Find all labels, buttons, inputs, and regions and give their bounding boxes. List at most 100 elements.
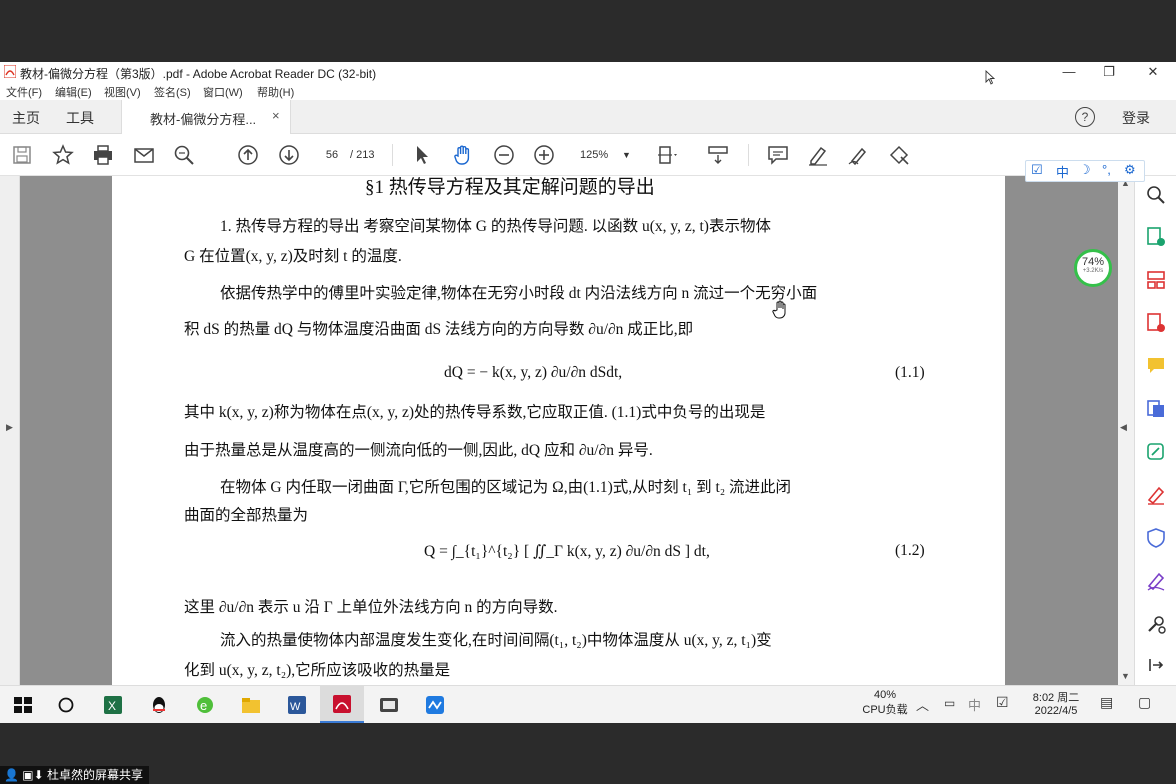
ime-mode[interactable]: 中 bbox=[1056, 162, 1069, 181]
clock-date: 2022/4/5 bbox=[1034, 705, 1078, 717]
cortana-search-icon[interactable] bbox=[55, 694, 77, 716]
clock[interactable]: 8:02 周二 2022/4/5 bbox=[1026, 689, 1086, 717]
equation-2: Q = ∫_{t₁}^{t₂} [ ∬_Γ k(x, y, z) ∂u/∂n d… bbox=[424, 543, 710, 560]
fit-page-icon[interactable] bbox=[655, 143, 679, 167]
top-black-bar bbox=[0, 0, 1176, 62]
help-button[interactable]: ? bbox=[1075, 107, 1095, 127]
close-tab-button[interactable]: × bbox=[272, 108, 280, 123]
cpu-monitor[interactable]: 40% CPU负载 bbox=[860, 689, 910, 717]
expand-left-icon: ▶ bbox=[6, 422, 13, 432]
zoom-out-icon[interactable] bbox=[492, 143, 516, 167]
toolbar-divider bbox=[392, 144, 393, 166]
main-toolbar: 56 / 213 125% ▼ bbox=[0, 134, 1176, 176]
notes-icon[interactable]: ▤ bbox=[1100, 694, 1113, 711]
taskbar-ime-indicator[interactable]: 中 bbox=[968, 695, 981, 714]
save-icon[interactable] bbox=[10, 143, 34, 167]
export-pdf-icon[interactable] bbox=[1145, 226, 1167, 248]
network-speed-widget[interactable]: 74% +3.2K/s bbox=[1074, 249, 1112, 287]
combine-files-icon[interactable] bbox=[1145, 398, 1167, 420]
cpu-percent: 40% bbox=[873, 689, 897, 701]
network-icon[interactable]: ▭ bbox=[944, 696, 955, 710]
send-for-signature-icon[interactable] bbox=[1145, 570, 1167, 592]
window-title: 教材-偏微分方程（第3版）.pdf - Adobe Acrobat Reader… bbox=[20, 67, 377, 81]
tab-document[interactable]: 教材-偏微分方程... × bbox=[121, 100, 291, 134]
screen-app-icon[interactable] bbox=[378, 694, 400, 716]
hand-tool-icon[interactable] bbox=[451, 143, 475, 167]
windows-start-icon[interactable] bbox=[12, 694, 34, 716]
protect-shield-icon[interactable] bbox=[1145, 527, 1167, 549]
gear-icon[interactable]: ⚙ bbox=[1124, 162, 1136, 178]
text-line: 流入的热量使物体内部温度发生变化,在时间间隔(t₁, t₂)中物体温度从 u(x… bbox=[220, 632, 772, 649]
organize-pages-icon[interactable] bbox=[1145, 269, 1167, 291]
section-heading: §1 热传导方程及其定解问题的导出 bbox=[365, 177, 655, 198]
menu-edit[interactable]: 编辑(E) bbox=[55, 84, 92, 100]
moon-icon[interactable]: ☽ bbox=[1079, 162, 1091, 178]
text-line: 曲面的全部热量为 bbox=[184, 507, 309, 524]
close-window-button[interactable]: ✕ bbox=[1130, 62, 1176, 82]
scroll-mode-icon[interactable] bbox=[706, 143, 730, 167]
collapse-panel-icon[interactable] bbox=[1145, 654, 1167, 676]
fill-sign-icon[interactable] bbox=[887, 143, 911, 167]
punctuation-icon[interactable]: °, bbox=[1102, 162, 1111, 177]
print-icon[interactable] bbox=[91, 143, 115, 167]
svg-text:W: W bbox=[290, 701, 301, 713]
acrobat-window: 教材-偏微分方程（第3版）.pdf - Adobe Acrobat Reader… bbox=[0, 62, 1176, 685]
sign-pen-icon[interactable] bbox=[846, 143, 870, 167]
collapse-right-icon[interactable]: ◀ bbox=[1120, 422, 1127, 433]
text-line: G 在位置(x, y, z)及时刻 t 的温度. bbox=[184, 248, 402, 265]
left-panel-toggle[interactable]: ▶ bbox=[0, 176, 20, 685]
user-icon: 👤 bbox=[4, 768, 19, 782]
windows-taskbar: X e W 40% CPU负载 ︿ ▭ 中 ☑ 8:02 周二 2022/4/5… bbox=[0, 685, 1176, 723]
tencent-meeting-icon[interactable] bbox=[424, 694, 446, 716]
zoom-in-icon[interactable] bbox=[532, 143, 556, 167]
browser-e-icon[interactable]: e bbox=[194, 694, 216, 716]
email-icon[interactable] bbox=[132, 143, 156, 167]
highlight-pen-icon[interactable] bbox=[806, 143, 830, 167]
previous-page-icon[interactable] bbox=[236, 143, 260, 167]
scroll-down-icon[interactable]: ▼ bbox=[1121, 671, 1130, 681]
menu-view[interactable]: 视图(V) bbox=[104, 84, 141, 100]
svg-text:X: X bbox=[108, 699, 116, 713]
menu-help[interactable]: 帮助(H) bbox=[257, 84, 294, 100]
zoom-search-icon[interactable] bbox=[1145, 184, 1167, 206]
menu-file[interactable]: 文件(F) bbox=[6, 84, 42, 100]
arrow-cursor-icon bbox=[985, 70, 995, 85]
search-document-icon[interactable] bbox=[172, 143, 196, 167]
edit-pdf-icon[interactable] bbox=[1145, 441, 1167, 463]
qq-icon[interactable] bbox=[148, 694, 170, 716]
action-checkbox-icon[interactable]: ☑ bbox=[996, 694, 1009, 711]
svg-text:e: e bbox=[200, 698, 207, 713]
file-explorer-icon[interactable] bbox=[240, 694, 262, 716]
word-icon[interactable]: W bbox=[286, 694, 308, 716]
select-cursor-icon[interactable] bbox=[410, 143, 434, 167]
tab-home[interactable]: 主页 bbox=[12, 108, 40, 128]
menu-window[interactable]: 窗口(W) bbox=[203, 84, 243, 100]
login-button[interactable]: 登录 bbox=[1122, 108, 1150, 128]
screen-share-label: 杜卓然的屏幕共享 bbox=[47, 768, 144, 782]
equation-1-number: (1.1) bbox=[895, 364, 925, 381]
text-line: 这里 ∂u/∂n 表示 u 沿 Γ 上单位外法线方向 n 的方向导数. bbox=[184, 599, 558, 616]
notification-center-icon[interactable]: ▢ bbox=[1138, 694, 1151, 711]
comment-icon[interactable] bbox=[766, 143, 790, 167]
taskbar-acrobat-active[interactable] bbox=[320, 686, 364, 723]
zoom-select[interactable]: 125% ▼ bbox=[572, 145, 634, 165]
menu-sign[interactable]: 签名(S) bbox=[154, 84, 191, 100]
excel-icon[interactable]: X bbox=[102, 694, 124, 716]
text-line: 其中 k(x, y, z)称为物体在点(x, y, z)处的热传导系数,它应取正… bbox=[184, 404, 766, 421]
acrobat-taskbar-icon bbox=[333, 695, 351, 713]
restore-button[interactable]: ❐ bbox=[1086, 62, 1132, 82]
ime-toolbar: ☑ 中 ☽ °, ⚙ bbox=[1025, 160, 1145, 182]
fill-sign-tool-icon[interactable] bbox=[1145, 484, 1167, 506]
bookmark-star-icon[interactable] bbox=[51, 143, 75, 167]
create-pdf-icon[interactable] bbox=[1145, 312, 1167, 334]
show-hidden-icons-chevron-icon[interactable]: ︿ bbox=[916, 695, 929, 714]
bottom-black-bar bbox=[0, 723, 1176, 784]
ime-settings-box-icon[interactable]: ☑ bbox=[1031, 162, 1043, 178]
comment-tool-icon[interactable] bbox=[1145, 355, 1167, 377]
tab-tools[interactable]: 工具 bbox=[66, 108, 94, 128]
toolbar-divider bbox=[748, 144, 749, 166]
text-line: 由于热量总是从温度高的一侧流向低的一侧,因此, dQ 应和 ∂u/∂n 异号. bbox=[184, 442, 653, 459]
more-tools-icon[interactable] bbox=[1145, 613, 1167, 635]
page-number-input[interactable]: 56 bbox=[318, 145, 346, 165]
next-page-icon[interactable] bbox=[277, 143, 301, 167]
